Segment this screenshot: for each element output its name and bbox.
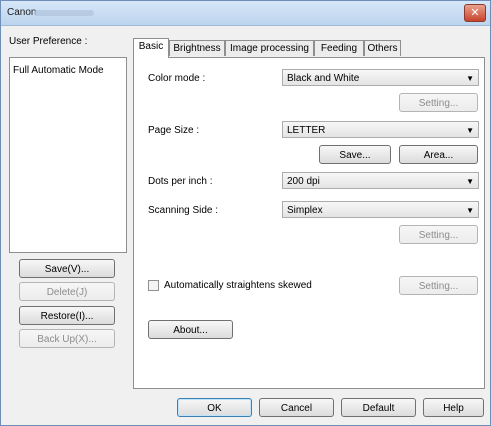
page-size-area-button[interactable]: Area... [399,145,478,164]
scanning-side-label: Scanning Side : [148,205,219,216]
dots-per-inch-select[interactable]: 200 dpi ▼ [282,172,479,189]
page-size-value: LETTER [287,125,326,136]
scanner-settings-window: Canon ✕ User Preference : Full Automatic… [0,0,491,426]
save-preference-button[interactable]: Save(V)... [19,259,115,278]
tab-brightness[interactable]: Brightness [169,40,225,56]
dots-per-inch-value: 200 dpi [287,176,320,187]
scanning-side-select[interactable]: Simplex ▼ [282,201,479,218]
chevron-down-icon: ▼ [466,177,474,186]
dots-per-inch-label: Dots per inch : [148,176,213,187]
straighten-skewed-checkbox[interactable] [148,280,159,291]
close-button[interactable]: ✕ [464,4,486,22]
scanning-side-value: Simplex [287,205,323,216]
cancel-button[interactable]: Cancel [259,398,334,417]
straighten-skewed-label: Automatically straightens skewed [164,280,312,291]
tab-others[interactable]: Others [364,40,401,56]
page-size-select[interactable]: LETTER ▼ [282,121,479,138]
color-mode-setting-button[interactable]: Setting... [399,93,478,112]
color-mode-select[interactable]: Black and White ▼ [282,69,479,86]
backup-preference-button[interactable]: Back Up(X)... [19,329,115,348]
straighten-setting-button[interactable]: Setting... [399,276,478,295]
page-size-save-button[interactable]: Save... [319,145,391,164]
list-item[interactable]: Full Automatic Mode [13,65,104,76]
restore-preference-button[interactable]: Restore(I)... [19,306,115,325]
title-bar[interactable]: Canon ✕ [1,1,490,26]
chevron-down-icon: ▼ [466,206,474,215]
help-button[interactable]: Help [423,398,484,417]
tab-feeding[interactable]: Feeding [314,40,364,56]
chevron-down-icon: ▼ [466,126,474,135]
scanning-side-setting-button[interactable]: Setting... [399,225,478,244]
color-mode-label: Color mode : [148,73,206,84]
color-mode-value: Black and White [287,73,360,84]
user-preference-label: User Preference : [9,36,88,47]
basic-tab-panel: Color mode : Black and White ▼ Setting..… [133,57,485,389]
page-size-label: Page Size : [148,125,200,136]
delete-preference-button[interactable]: Delete(J) [19,282,115,301]
window-title: Canon [7,7,37,18]
default-button[interactable]: Default [341,398,416,417]
user-preference-list[interactable]: Full Automatic Mode [9,57,127,253]
chevron-down-icon: ▼ [466,74,474,83]
about-button[interactable]: About... [148,320,233,339]
tab-image-processing[interactable]: Image processing [225,40,314,56]
title-redacted-text [34,10,94,16]
tab-basic[interactable]: Basic [133,38,169,58]
ok-button[interactable]: OK [177,398,252,417]
